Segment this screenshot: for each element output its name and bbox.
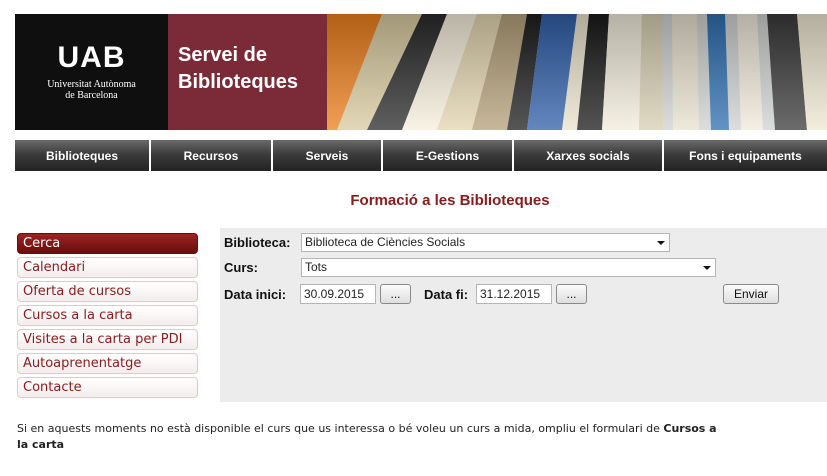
main-nav: Biblioteques Recursos Serveis E-Gestions…: [15, 140, 827, 171]
curs-select[interactable]: Tots: [301, 258, 716, 277]
sidebar-item-contacte[interactable]: Contacte: [17, 377, 198, 398]
nav-recursos[interactable]: Recursos: [151, 140, 273, 171]
data-inici-input[interactable]: 30.09.2015: [300, 284, 376, 304]
service-title[interactable]: Servei de Biblioteques: [168, 14, 327, 130]
info-note: Si en aquests moments no està disponible…: [17, 421, 717, 453]
nav-e-gestions[interactable]: E-Gestions: [383, 140, 514, 171]
data-inici-label: Data inici:: [224, 287, 287, 302]
nav-xarxes-socials[interactable]: Xarxes socials: [514, 140, 664, 171]
logo-sub-line1: Universitat Autònoma: [47, 79, 136, 90]
enviar-button[interactable]: Enviar: [723, 284, 779, 304]
service-line1: Servei de: [178, 44, 267, 66]
biblioteca-label: Biblioteca:: [224, 235, 291, 250]
nav-fons-i-equipaments[interactable]: Fons i equipaments: [664, 140, 827, 171]
sidebar-item-visites-a-la-carta[interactable]: Visites a la carta per PDI: [17, 329, 198, 350]
logo-subtitle: Universitat Autònoma de Barcelona: [47, 79, 136, 101]
data-fi-input[interactable]: 31.12.2015: [476, 284, 552, 304]
sidebar-item-calendari[interactable]: Calendari: [17, 257, 198, 278]
logo-sub-line2: de Barcelona: [65, 90, 118, 101]
curs-value: Tots: [305, 260, 328, 274]
data-fi-label: Data fi:: [424, 287, 469, 302]
data-fi-picker-button[interactable]: ...: [556, 284, 587, 304]
service-line2: Biblioteques: [178, 71, 299, 93]
curs-label: Curs:: [224, 260, 258, 275]
sidebar: Cerca Calendari Oferta de cursos Cursos …: [17, 233, 198, 401]
data-inici-picker-button[interactable]: ...: [380, 284, 411, 304]
biblioteca-value: Biblioteca de Ciències Socials: [305, 235, 466, 249]
sidebar-item-cerca[interactable]: Cerca: [17, 233, 198, 254]
logo-mark: UAB: [57, 41, 126, 74]
books-illustration: [327, 14, 827, 130]
sidebar-item-oferta-de-cursos[interactable]: Oferta de cursos: [17, 281, 198, 302]
page-title: Formació a les Biblioteques: [350, 192, 550, 209]
sidebar-item-cursos-a-la-carta[interactable]: Cursos a la carta: [17, 305, 198, 326]
info-note-text: Si en aquests moments no està disponible…: [17, 422, 664, 435]
chevron-down-icon: [703, 266, 711, 270]
biblioteca-select[interactable]: Biblioteca de Ciències Socials: [301, 233, 670, 252]
books-photo: [327, 14, 827, 130]
nav-serveis[interactable]: Serveis: [273, 140, 383, 171]
sidebar-item-autoaprenentatge[interactable]: Autoaprenentatge: [17, 353, 198, 374]
uab-logo[interactable]: UAB Universitat Autònoma de Barcelona: [15, 14, 168, 130]
chevron-down-icon: [657, 241, 665, 245]
header-banner: UAB Universitat Autònoma de Barcelona Se…: [15, 14, 827, 130]
search-form-panel: Biblioteca: Biblioteca de Ciències Socia…: [220, 228, 827, 402]
nav-biblioteques[interactable]: Biblioteques: [15, 140, 151, 171]
